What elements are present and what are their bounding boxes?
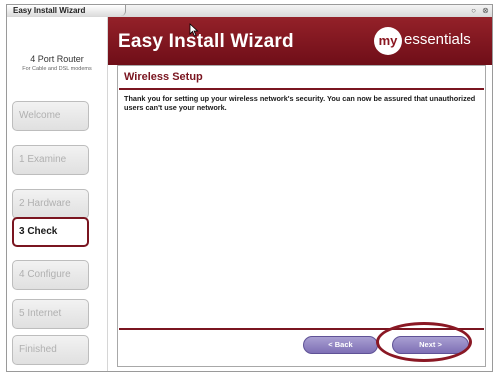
wizard-title: Easy Install Wizard [118, 31, 294, 52]
steps-sidebar: 4 Port Router For Cable and DSL modems W… [7, 17, 108, 371]
step-configure: 4 Configure [12, 260, 89, 290]
title-divider [119, 88, 484, 90]
step-examine: 1 Examine [12, 145, 89, 175]
step-check: 3 Check [12, 217, 89, 247]
wizard-header: Easy Install Wizard my essentials [108, 17, 492, 65]
installer-window: Easy Install Wizard ○ ⊗ 4 Port Router Fo… [6, 4, 493, 372]
close-icon[interactable]: ⊗ [481, 6, 490, 15]
router-name: 4 Port Router [30, 54, 84, 64]
step-welcome: Welcome [12, 101, 89, 131]
window-title: Easy Install Wizard [13, 6, 86, 15]
minimize-icon[interactable]: ○ [469, 6, 478, 15]
section-title: Wireless Setup [124, 71, 203, 83]
title-tab: Easy Install Wizard [7, 5, 126, 16]
step-hardware: 2 Hardware [12, 189, 89, 219]
step-finished: Finished [12, 335, 89, 365]
mouse-cursor-icon [189, 23, 199, 37]
next-button-highlight-ring [376, 322, 472, 362]
back-button[interactable]: < Back [303, 336, 378, 354]
myessentials-logo-text: essentials [404, 31, 471, 48]
router-subtitle: For Cable and DSL modems [22, 66, 92, 72]
myessentials-logo-mark: my [374, 27, 402, 55]
step-internet: 5 Internet [12, 299, 89, 329]
confirmation-message: Thank you for setting up your wireless n… [124, 94, 476, 112]
